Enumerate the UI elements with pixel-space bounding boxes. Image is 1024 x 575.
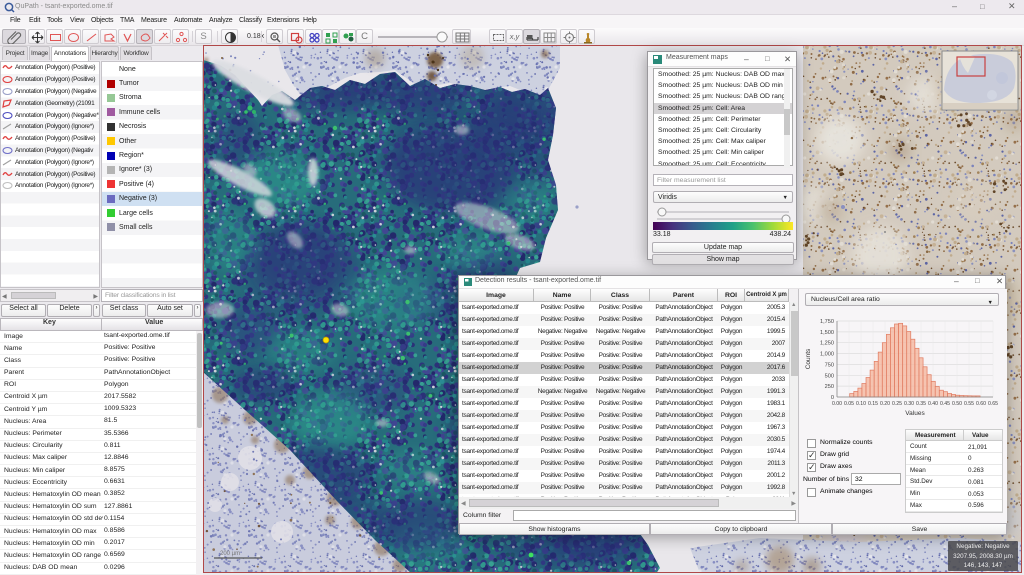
svg-text:0.15: 0.15 [868, 401, 878, 407]
svg-text:0.20: 0.20 [880, 401, 890, 407]
svg-text:250: 250 [825, 384, 834, 390]
svg-text:0.60: 0.60 [976, 401, 986, 407]
svg-text:0.25: 0.25 [892, 401, 902, 407]
svg-text:500: 500 [825, 373, 834, 379]
svg-text:1,750: 1,750 [820, 319, 834, 325]
svg-text:0.55: 0.55 [964, 401, 974, 407]
svg-text:0.00: 0.00 [832, 401, 842, 407]
svg-text:0.40: 0.40 [928, 401, 938, 407]
svg-text:0.65: 0.65 [988, 401, 998, 407]
svg-text:Values: Values [905, 410, 925, 417]
svg-text:0.05: 0.05 [844, 401, 854, 407]
svg-text:0.30: 0.30 [904, 401, 914, 407]
svg-text:1,250: 1,250 [820, 341, 834, 347]
svg-text:750: 750 [825, 362, 834, 368]
svg-text:Counts: Counts [805, 348, 812, 369]
svg-text:0.50: 0.50 [952, 401, 962, 407]
svg-text:0.10: 0.10 [856, 401, 866, 407]
svg-text:0.35: 0.35 [916, 401, 926, 407]
svg-text:1,500: 1,500 [820, 330, 834, 336]
svg-text:200 µm: 200 µm [220, 551, 240, 557]
svg-text:0.45: 0.45 [940, 401, 950, 407]
svg-text:1,000: 1,000 [820, 352, 834, 358]
